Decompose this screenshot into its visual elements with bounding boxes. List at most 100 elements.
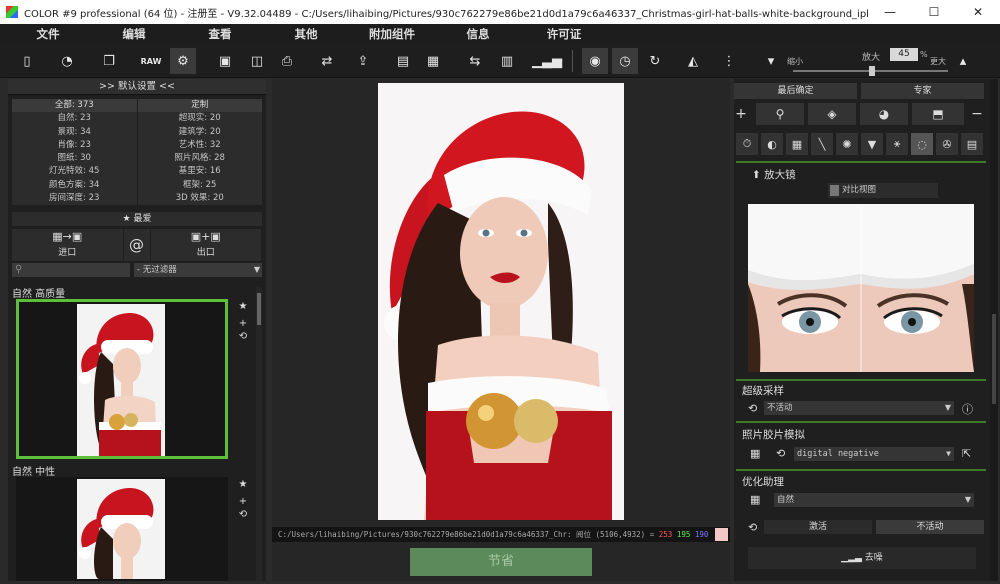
color-wheel-icon[interactable]: ✺ bbox=[836, 133, 858, 155]
maximize-button[interactable]: ☐ bbox=[912, 0, 956, 24]
favorite-star-icon[interactable]: ★ bbox=[236, 301, 250, 312]
zoom-slider-knob[interactable] bbox=[869, 66, 875, 76]
preset-thumbnail[interactable] bbox=[16, 477, 228, 581]
category-item[interactable]: 3D 效果: 20 bbox=[137, 192, 262, 206]
favorites-button[interactable]: ★ 最爱 bbox=[12, 212, 262, 226]
grid-preset-icon[interactable]: ▦ bbox=[750, 493, 760, 506]
reset-icon[interactable]: ⟲ bbox=[748, 521, 757, 534]
stopwatch-icon[interactable]: ⏱ bbox=[736, 133, 758, 155]
search-icon[interactable]: ⚲ bbox=[756, 103, 804, 125]
magnifier-tool-icon[interactable]: ◌ bbox=[911, 133, 933, 155]
assistant-select[interactable]: 自然 bbox=[774, 493, 974, 507]
import-button[interactable]: ▦→▣ 进口 bbox=[12, 229, 123, 261]
reset-icon[interactable]: ⟲ bbox=[236, 331, 250, 342]
category-item[interactable]: 灯光特效: 45 bbox=[12, 165, 137, 179]
compare-view-toggle[interactable]: 对比视图 bbox=[828, 183, 938, 198]
refresh-icon[interactable]: ↻ bbox=[642, 48, 668, 74]
menu-other[interactable]: 其他 bbox=[263, 24, 349, 44]
frame-icon[interactable]: ▥ bbox=[494, 48, 520, 74]
category-item[interactable]: 艺术性: 32 bbox=[137, 138, 262, 153]
preset-scrollbar[interactable] bbox=[256, 287, 262, 581]
auto-timer-icon[interactable]: ◷ bbox=[612, 48, 638, 74]
info-icon[interactable]: ⓘ bbox=[962, 401, 973, 417]
add-icon[interactable]: + bbox=[734, 103, 748, 125]
batch-icon[interactable]: ▤ bbox=[390, 48, 416, 74]
category-item[interactable]: 景观: 34 bbox=[12, 125, 137, 139]
email-button[interactable]: @ bbox=[123, 229, 150, 261]
tab-expert[interactable]: 专家 bbox=[861, 83, 984, 99]
category-item[interactable]: 照片风格: 28 bbox=[137, 152, 262, 166]
scrollbar-thumb[interactable] bbox=[257, 293, 261, 325]
menu-edit[interactable]: 编辑 bbox=[91, 24, 177, 44]
main-photo[interactable] bbox=[378, 83, 624, 520]
reset-icon[interactable]: ⟲ bbox=[748, 402, 757, 415]
new-file-icon[interactable]: ▯ bbox=[14, 48, 40, 74]
zoom-value-input[interactable]: 45 bbox=[890, 48, 918, 61]
zoom-in-icon[interactable]: ▴ bbox=[950, 48, 976, 74]
nodes-icon[interactable]: ⚹ bbox=[886, 133, 908, 155]
aperture-icon[interactable]: ✇ bbox=[936, 133, 958, 155]
bucket-icon[interactable]: ⬒ bbox=[912, 103, 964, 125]
export-icon[interactable]: ⇪ bbox=[350, 48, 376, 74]
close-button[interactable]: ✕ bbox=[956, 0, 1000, 24]
color-triangle-icon[interactable]: ▼ bbox=[861, 133, 883, 155]
category-item[interactable]: 图纸: 30 bbox=[12, 152, 137, 166]
category-item[interactable]: 超现实: 20 bbox=[137, 112, 262, 126]
preset-search-input[interactable]: ⚲ bbox=[12, 263, 130, 277]
category-item[interactable]: 房间深度: 23 bbox=[12, 192, 137, 206]
menu-view[interactable]: 查看 bbox=[177, 24, 263, 44]
favorite-star-icon[interactable]: ★ bbox=[236, 479, 250, 490]
category-item[interactable]: 建筑学: 20 bbox=[137, 125, 262, 139]
crop-icon[interactable]: ◈ bbox=[808, 103, 856, 125]
raw-icon[interactable]: RAW bbox=[138, 48, 164, 74]
add-preset-icon[interactable]: + bbox=[236, 496, 250, 507]
menu-license[interactable]: 许可证 bbox=[521, 24, 607, 44]
save-icon[interactable]: ▣ bbox=[212, 48, 238, 74]
export-button[interactable]: ▣+▣ 出口 bbox=[150, 229, 261, 261]
scrollbar-thumb[interactable] bbox=[992, 314, 996, 404]
document-icon[interactable]: ▤ bbox=[961, 133, 983, 155]
tools-scrollbar[interactable] bbox=[990, 79, 998, 581]
film-simulation-select[interactable]: digital negative bbox=[794, 447, 954, 461]
inactive-button[interactable]: 不活动 bbox=[876, 520, 984, 534]
category-item[interactable]: 自然: 23 bbox=[12, 112, 137, 126]
category-item[interactable]: 颜色方案: 34 bbox=[12, 178, 137, 193]
preset-thumbnail-selected[interactable] bbox=[16, 299, 228, 459]
color-picker-icon[interactable]: ◕ bbox=[860, 103, 908, 125]
history-icon[interactable]: ◔ bbox=[54, 48, 80, 74]
mirror-icon[interactable]: ◭ bbox=[680, 48, 706, 74]
settings-gears-icon[interactable]: ⚙ bbox=[170, 48, 196, 74]
print-icon[interactable]: ⎙ bbox=[274, 48, 300, 74]
collapse-up-icon[interactable]: ⬆ bbox=[752, 169, 764, 181]
category-item[interactable]: 肖像: 23 bbox=[12, 138, 137, 153]
contrast-icon[interactable]: ◐ bbox=[761, 133, 783, 155]
activate-button[interactable]: 激活 bbox=[764, 520, 872, 534]
reset-icon[interactable]: ⟲ bbox=[236, 509, 250, 520]
presets-header[interactable]: >> 默认设置 << bbox=[8, 79, 266, 95]
tab-custom[interactable]: 定制 bbox=[137, 99, 262, 113]
category-item[interactable]: 基里安: 16 bbox=[137, 165, 262, 179]
zoom-slider[interactable] bbox=[793, 66, 948, 76]
category-item[interactable]: 框架: 25 bbox=[137, 178, 262, 193]
histogram-icon[interactable]: ▁▃▅ bbox=[532, 48, 562, 74]
add-preset-icon[interactable]: + bbox=[236, 318, 250, 329]
denoise-button[interactable]: ▁▂▃ 去噪 bbox=[748, 547, 976, 569]
super-sampling-select[interactable]: 不活动 bbox=[764, 401, 954, 415]
remove-icon[interactable]: − bbox=[970, 103, 984, 125]
magnifier-preview[interactable] bbox=[748, 204, 974, 372]
film-icon[interactable]: ▦ bbox=[420, 48, 446, 74]
reset-icon[interactable]: ⟲ bbox=[776, 447, 785, 460]
split-view-icon[interactable]: ⇆ bbox=[462, 48, 488, 74]
grid-preset-icon[interactable]: ▦ bbox=[750, 447, 760, 460]
tab-all[interactable]: 全部: 373 bbox=[12, 99, 137, 113]
compare-icon[interactable]: ◫ bbox=[244, 48, 270, 74]
dots-icon[interactable]: ⋮ bbox=[716, 48, 742, 74]
filter-select[interactable]: - 无过滤器 bbox=[134, 263, 262, 277]
export-preset-icon[interactable]: ⇱ bbox=[962, 447, 971, 460]
line-icon[interactable]: ╲ bbox=[811, 133, 833, 155]
transfer-icon[interactable]: ⇄ bbox=[314, 48, 340, 74]
noise-icon[interactable]: ▦ bbox=[786, 133, 808, 155]
copy-icon[interactable]: ❐ bbox=[96, 48, 122, 74]
minimize-button[interactable]: — bbox=[868, 0, 912, 24]
save-button[interactable]: 节省 bbox=[410, 548, 592, 576]
